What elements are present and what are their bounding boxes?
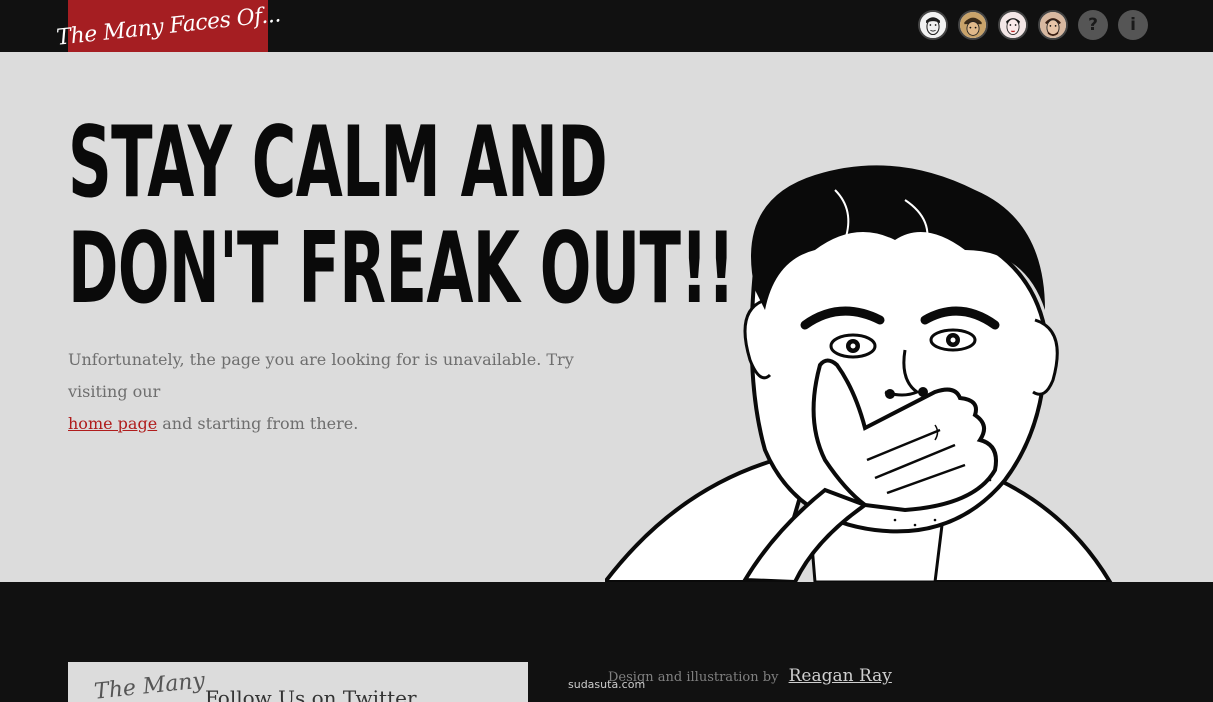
footer: The Many Follow Us on Twitter Design and… xyxy=(0,582,1213,702)
nav-face-4-avatar[interactable] xyxy=(1038,10,1068,40)
logo-text: The Many Faces Of... xyxy=(54,1,282,51)
info-icon: i xyxy=(1130,15,1136,35)
shocked-man-illustration xyxy=(605,165,1113,582)
portrait-icon xyxy=(960,12,986,38)
portrait-icon xyxy=(920,12,946,38)
message-text-after: and starting from there. xyxy=(162,414,359,433)
help-button[interactable]: ? xyxy=(1078,10,1108,40)
info-button[interactable]: i xyxy=(1118,10,1148,40)
site-logo[interactable]: The Many Faces Of... xyxy=(55,0,281,52)
home-page-link[interactable]: home page xyxy=(68,414,157,433)
message-text-before: Unfortunately, the page you are looking … xyxy=(68,350,574,401)
error-headline: STAY CALM AND DON'T FREAK OUT!! xyxy=(68,106,735,326)
footer-logo-text: The Many xyxy=(92,668,207,702)
nav-face-1-avatar[interactable] xyxy=(918,10,948,40)
credit: Design and illustration by Reagan Ray xyxy=(608,666,892,686)
follow-twitter-button[interactable]: The Many Follow Us on Twitter xyxy=(68,662,528,702)
nav-face-3-avatar[interactable] xyxy=(998,10,1028,40)
top-nav: ? i xyxy=(918,10,1148,40)
portrait-icon xyxy=(1040,12,1066,38)
headline-line-2: DON'T FREAK OUT!! xyxy=(68,212,735,326)
follow-twitter-label: Follow Us on Twitter xyxy=(205,686,417,702)
question-icon: ? xyxy=(1088,15,1098,35)
credit-author-link[interactable]: Reagan Ray xyxy=(789,666,892,686)
portrait-icon xyxy=(1000,12,1026,38)
watermark: sudasuta.com xyxy=(568,678,646,691)
headline-line-1: STAY CALM AND xyxy=(68,106,608,220)
nav-face-2-avatar[interactable] xyxy=(958,10,988,40)
top-bar: The Many Faces Of... ? i xyxy=(0,0,1213,52)
error-message: Unfortunately, the page you are looking … xyxy=(68,344,638,440)
